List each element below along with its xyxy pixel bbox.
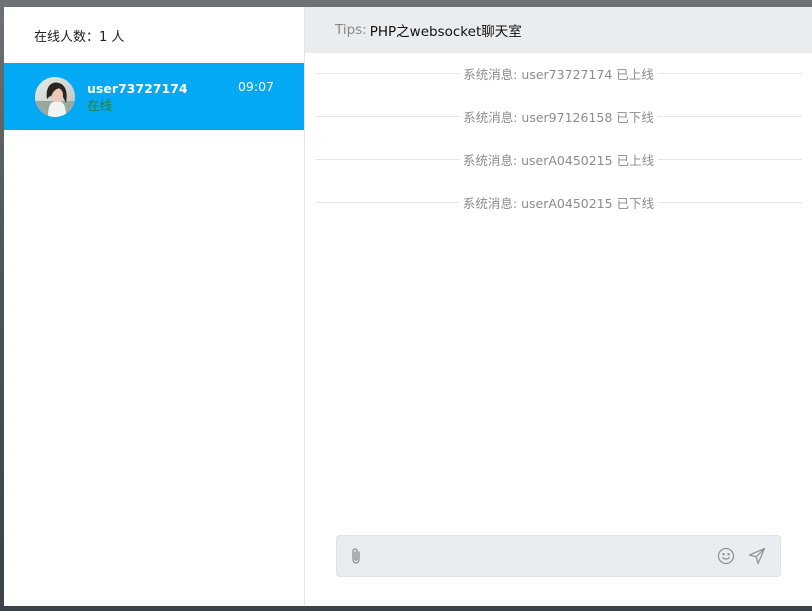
message-list: 系统消息: user73727174 已上线 系统消息: user9712615… (315, 53, 802, 225)
user-status: 在线 (87, 97, 113, 113)
message-composer (336, 535, 781, 577)
user-list-item[interactable]: user73727174 在线 09:07 (4, 63, 304, 130)
system-message: 系统消息: userA0450215 已上线 (315, 139, 802, 182)
avatar (35, 76, 75, 117)
chat-window: 在线人数：1 人 user73727174 在线 09:07 Tips: PHP… (4, 7, 812, 606)
user-last-time: 09:07 (237, 79, 274, 94)
system-message: 系统消息: user73727174 已上线 (315, 53, 802, 96)
online-count: 在线人数：1 人 (34, 29, 125, 45)
chat-title: PHP之websocket聊天室 (369, 24, 522, 40)
system-message-text: 系统消息: userA0450215 已下线 (458, 193, 659, 212)
system-message: 系统消息: userA0450215 已下线 (315, 182, 802, 225)
system-message-text: 系统消息: user73727174 已上线 (459, 64, 658, 83)
chat-panel: Tips: PHP之websocket聊天室 系统消息: user7372717… (305, 7, 812, 606)
sidebar: 在线人数：1 人 user73727174 在线 09:07 (4, 7, 305, 606)
tips-label: Tips: (335, 22, 367, 38)
send-icon[interactable] (746, 545, 768, 567)
system-message: 系统消息: user97126158 已下线 (315, 96, 802, 139)
smiley-icon[interactable] (715, 545, 737, 567)
user-meta: user73727174 在线 (87, 80, 188, 114)
system-message-text: 系统消息: userA0450215 已上线 (458, 150, 659, 169)
paperclip-icon[interactable] (345, 545, 367, 567)
system-message-text: 系统消息: user97126158 已下线 (459, 107, 658, 126)
message-input[interactable] (367, 536, 715, 576)
chat-header: Tips: PHP之websocket聊天室 (305, 7, 812, 53)
user-name: user73727174 (87, 80, 188, 96)
